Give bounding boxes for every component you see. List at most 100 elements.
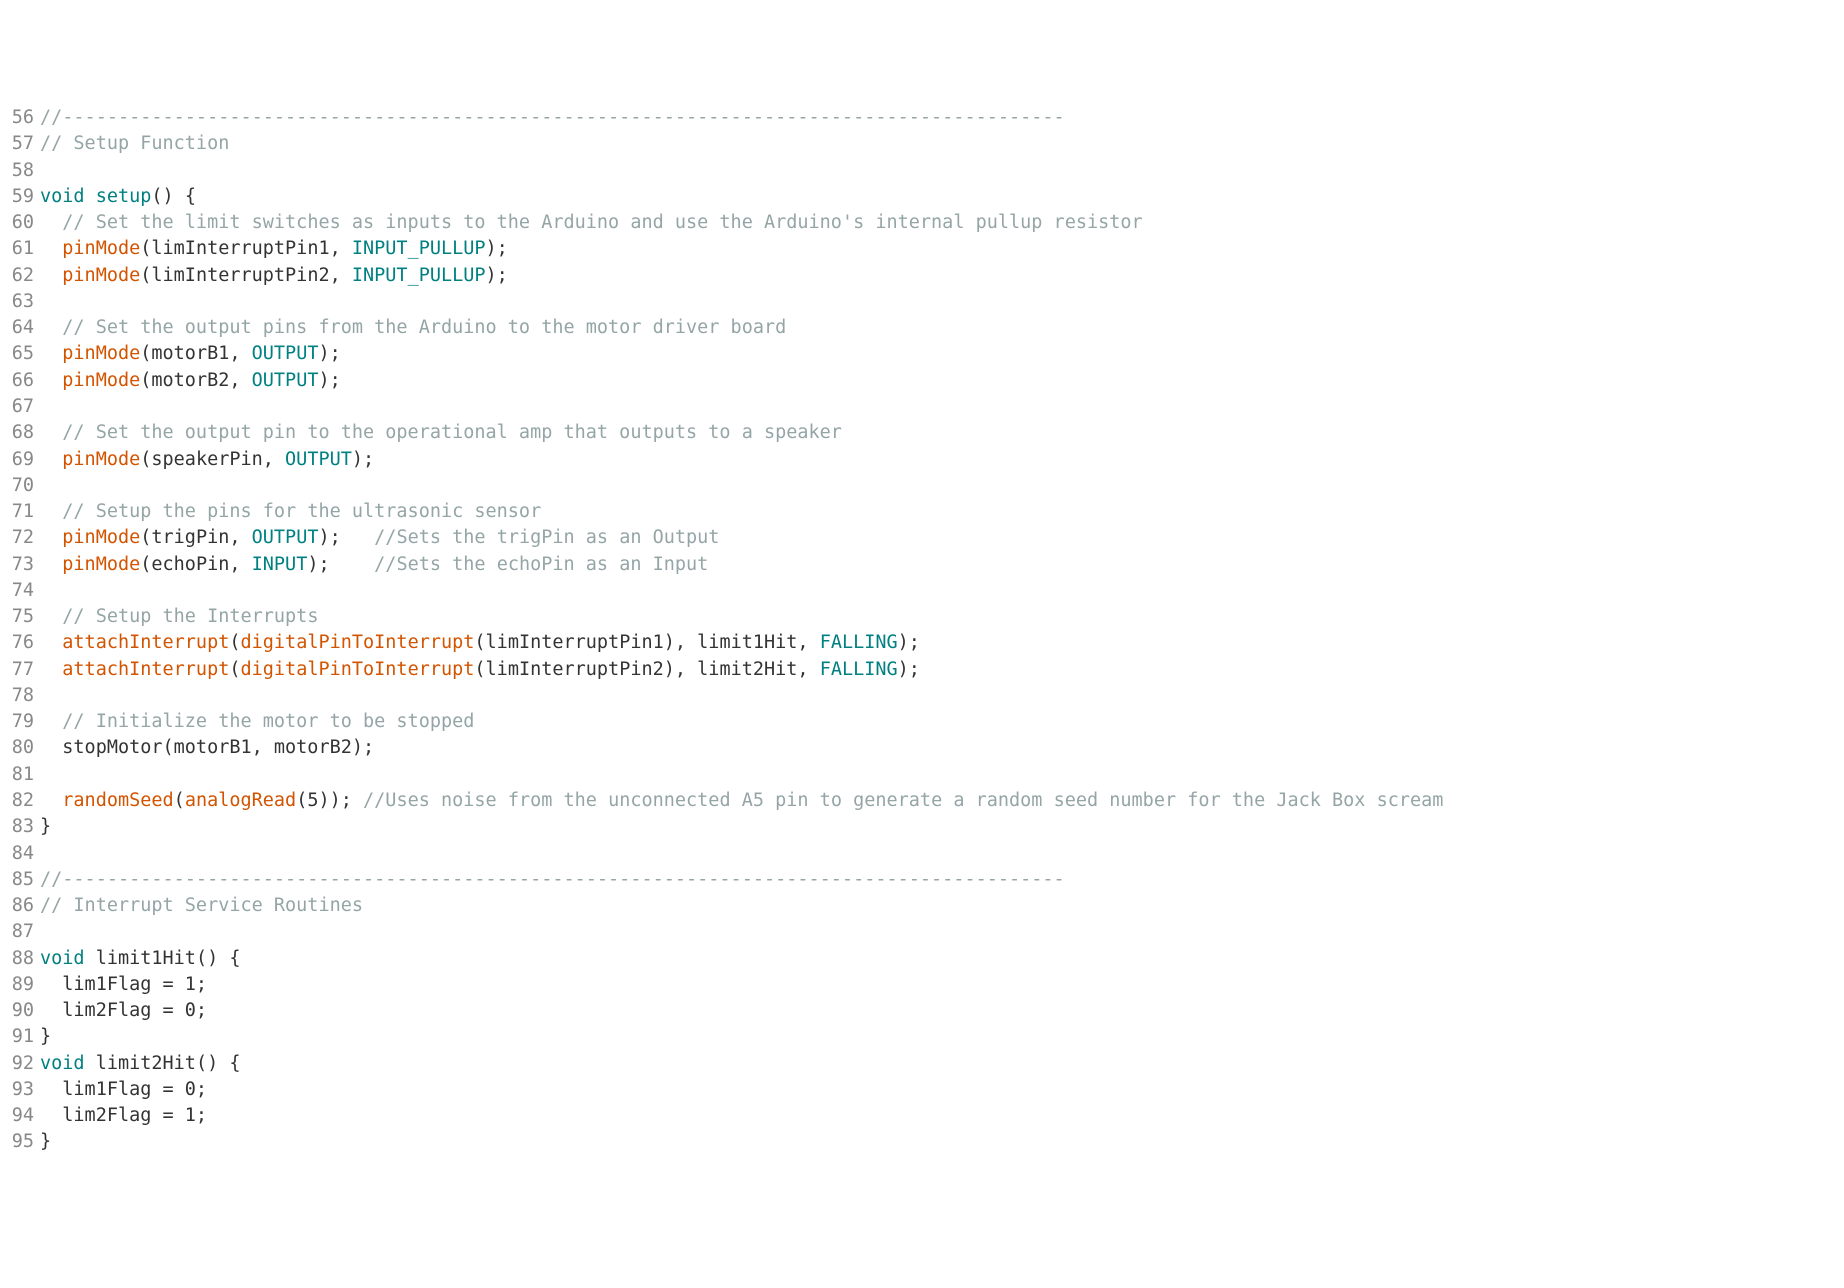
token-const: OUTPUT bbox=[285, 449, 352, 470]
code-line[interactable]: pinMode(motorB1, OUTPUT); bbox=[40, 341, 1844, 367]
line-number: 91 bbox=[0, 1024, 34, 1050]
line-number: 58 bbox=[0, 158, 34, 184]
code-line[interactable] bbox=[40, 289, 1844, 315]
line-number: 87 bbox=[0, 919, 34, 945]
line-number: 63 bbox=[0, 289, 34, 315]
code-line[interactable] bbox=[40, 762, 1844, 788]
code-line[interactable]: // Setup the pins for the ultrasonic sen… bbox=[40, 499, 1844, 525]
line-number: 69 bbox=[0, 447, 34, 473]
code-line[interactable] bbox=[40, 841, 1844, 867]
code-line[interactable]: //--------------------------------------… bbox=[40, 105, 1844, 131]
token-default: lim1Flag = 1; bbox=[40, 974, 207, 995]
line-number: 81 bbox=[0, 762, 34, 788]
token-default: (speakerPin, bbox=[140, 449, 285, 470]
code-line[interactable]: // Interrupt Service Routines bbox=[40, 893, 1844, 919]
code-line[interactable]: lim2Flag = 1; bbox=[40, 1103, 1844, 1129]
code-line[interactable]: // Initialize the motor to be stopped bbox=[40, 709, 1844, 735]
code-line[interactable]: attachInterrupt(digitalPinToInterrupt(li… bbox=[40, 630, 1844, 656]
token-comment: // Set the output pins from the Arduino … bbox=[62, 317, 786, 338]
token-func: pinMode bbox=[62, 343, 140, 364]
code-line[interactable]: } bbox=[40, 1024, 1844, 1050]
token-comment: // Setup the Interrupts bbox=[62, 606, 318, 627]
code-line[interactable] bbox=[40, 919, 1844, 945]
token-comment: // Setup the pins for the ultrasonic sen… bbox=[62, 501, 541, 522]
line-number: 79 bbox=[0, 709, 34, 735]
code-line[interactable] bbox=[40, 158, 1844, 184]
line-number: 76 bbox=[0, 630, 34, 656]
token-default: (limInterruptPin1, bbox=[140, 238, 352, 259]
token-default bbox=[40, 527, 62, 548]
code-line[interactable]: pinMode(limInterruptPin1, INPUT_PULLUP); bbox=[40, 236, 1844, 262]
token-const: INPUT_PULLUP bbox=[352, 265, 486, 286]
code-line[interactable]: //--------------------------------------… bbox=[40, 867, 1844, 893]
token-default: lim1Flag = 0; bbox=[40, 1079, 207, 1100]
token-func: pinMode bbox=[62, 265, 140, 286]
line-number-gutter: 5657585960616263646566676869707172737475… bbox=[0, 105, 38, 1156]
line-number: 73 bbox=[0, 552, 34, 578]
code-line[interactable]: lim1Flag = 0; bbox=[40, 1077, 1844, 1103]
code-line[interactable]: lim1Flag = 1; bbox=[40, 972, 1844, 998]
code-line[interactable]: // Setup the Interrupts bbox=[40, 604, 1844, 630]
token-func: attachInterrupt bbox=[62, 632, 229, 653]
code-line[interactable]: } bbox=[40, 814, 1844, 840]
code-line[interactable]: void limit1Hit() { bbox=[40, 946, 1844, 972]
code-line[interactable]: pinMode(trigPin, OUTPUT); //Sets the tri… bbox=[40, 525, 1844, 551]
token-const: OUTPUT bbox=[252, 343, 319, 364]
line-number: 56 bbox=[0, 105, 34, 131]
token-comment: // Set the limit switches as inputs to t… bbox=[62, 212, 1142, 233]
token-comment: // Interrupt Service Routines bbox=[40, 895, 363, 916]
code-line[interactable]: // Set the output pins from the Arduino … bbox=[40, 315, 1844, 341]
line-number: 59 bbox=[0, 184, 34, 210]
code-line[interactable]: randomSeed(analogRead(5)); //Uses noise … bbox=[40, 788, 1844, 814]
code-line[interactable]: // Setup Function bbox=[40, 131, 1844, 157]
code-line[interactable]: void setup() { bbox=[40, 184, 1844, 210]
line-number: 80 bbox=[0, 735, 34, 761]
code-line[interactable]: stopMotor(motorB1, motorB2); bbox=[40, 735, 1844, 761]
line-number: 60 bbox=[0, 210, 34, 236]
token-func: digitalPinToInterrupt bbox=[241, 632, 475, 653]
token-default: ( bbox=[229, 659, 240, 680]
token-default bbox=[40, 632, 62, 653]
code-line[interactable] bbox=[40, 394, 1844, 420]
token-default: } bbox=[40, 816, 51, 837]
token-default: ); bbox=[486, 238, 508, 259]
token-default: (limInterruptPin2, bbox=[140, 265, 352, 286]
token-comment: //Uses noise from the unconnected A5 pin… bbox=[363, 790, 1443, 811]
token-comment: //--------------------------------------… bbox=[40, 107, 1065, 128]
code-line[interactable]: pinMode(motorB2, OUTPUT); bbox=[40, 368, 1844, 394]
line-number: 85 bbox=[0, 867, 34, 893]
token-comment: //Sets the trigPin as an Output bbox=[374, 527, 719, 548]
code-area[interactable]: //--------------------------------------… bbox=[38, 105, 1844, 1156]
line-number: 84 bbox=[0, 841, 34, 867]
token-func: digitalPinToInterrupt bbox=[241, 659, 475, 680]
token-default bbox=[40, 422, 62, 443]
code-line[interactable] bbox=[40, 683, 1844, 709]
code-line[interactable]: pinMode(echoPin, INPUT); //Sets the echo… bbox=[40, 552, 1844, 578]
code-line[interactable] bbox=[40, 473, 1844, 499]
code-line[interactable]: // Set the output pin to the operational… bbox=[40, 420, 1844, 446]
token-default bbox=[40, 343, 62, 364]
code-line[interactable]: pinMode(speakerPin, OUTPUT); bbox=[40, 447, 1844, 473]
token-default: stopMotor(motorB1, motorB2); bbox=[40, 737, 374, 758]
code-line[interactable]: void limit2Hit() { bbox=[40, 1051, 1844, 1077]
line-number: 61 bbox=[0, 236, 34, 262]
token-default bbox=[40, 554, 62, 575]
code-line[interactable]: } bbox=[40, 1129, 1844, 1155]
token-default: ); bbox=[318, 370, 340, 391]
code-line[interactable]: lim2Flag = 0; bbox=[40, 998, 1844, 1024]
token-func: pinMode bbox=[62, 554, 140, 575]
token-default: ); bbox=[307, 554, 374, 575]
token-default bbox=[40, 212, 62, 233]
token-default: ); bbox=[318, 527, 374, 548]
token-default: } bbox=[40, 1026, 51, 1047]
line-number: 57 bbox=[0, 131, 34, 157]
code-line[interactable]: pinMode(limInterruptPin2, INPUT_PULLUP); bbox=[40, 263, 1844, 289]
token-default bbox=[40, 238, 62, 259]
code-line[interactable]: // Set the limit switches as inputs to t… bbox=[40, 210, 1844, 236]
code-line[interactable]: attachInterrupt(digitalPinToInterrupt(li… bbox=[40, 657, 1844, 683]
token-default: lim2Flag = 0; bbox=[40, 1000, 207, 1021]
code-line[interactable] bbox=[40, 578, 1844, 604]
code-editor[interactable]: 5657585960616263646566676869707172737475… bbox=[0, 105, 1844, 1156]
token-keyword: setup bbox=[96, 186, 152, 207]
token-func: randomSeed bbox=[62, 790, 173, 811]
